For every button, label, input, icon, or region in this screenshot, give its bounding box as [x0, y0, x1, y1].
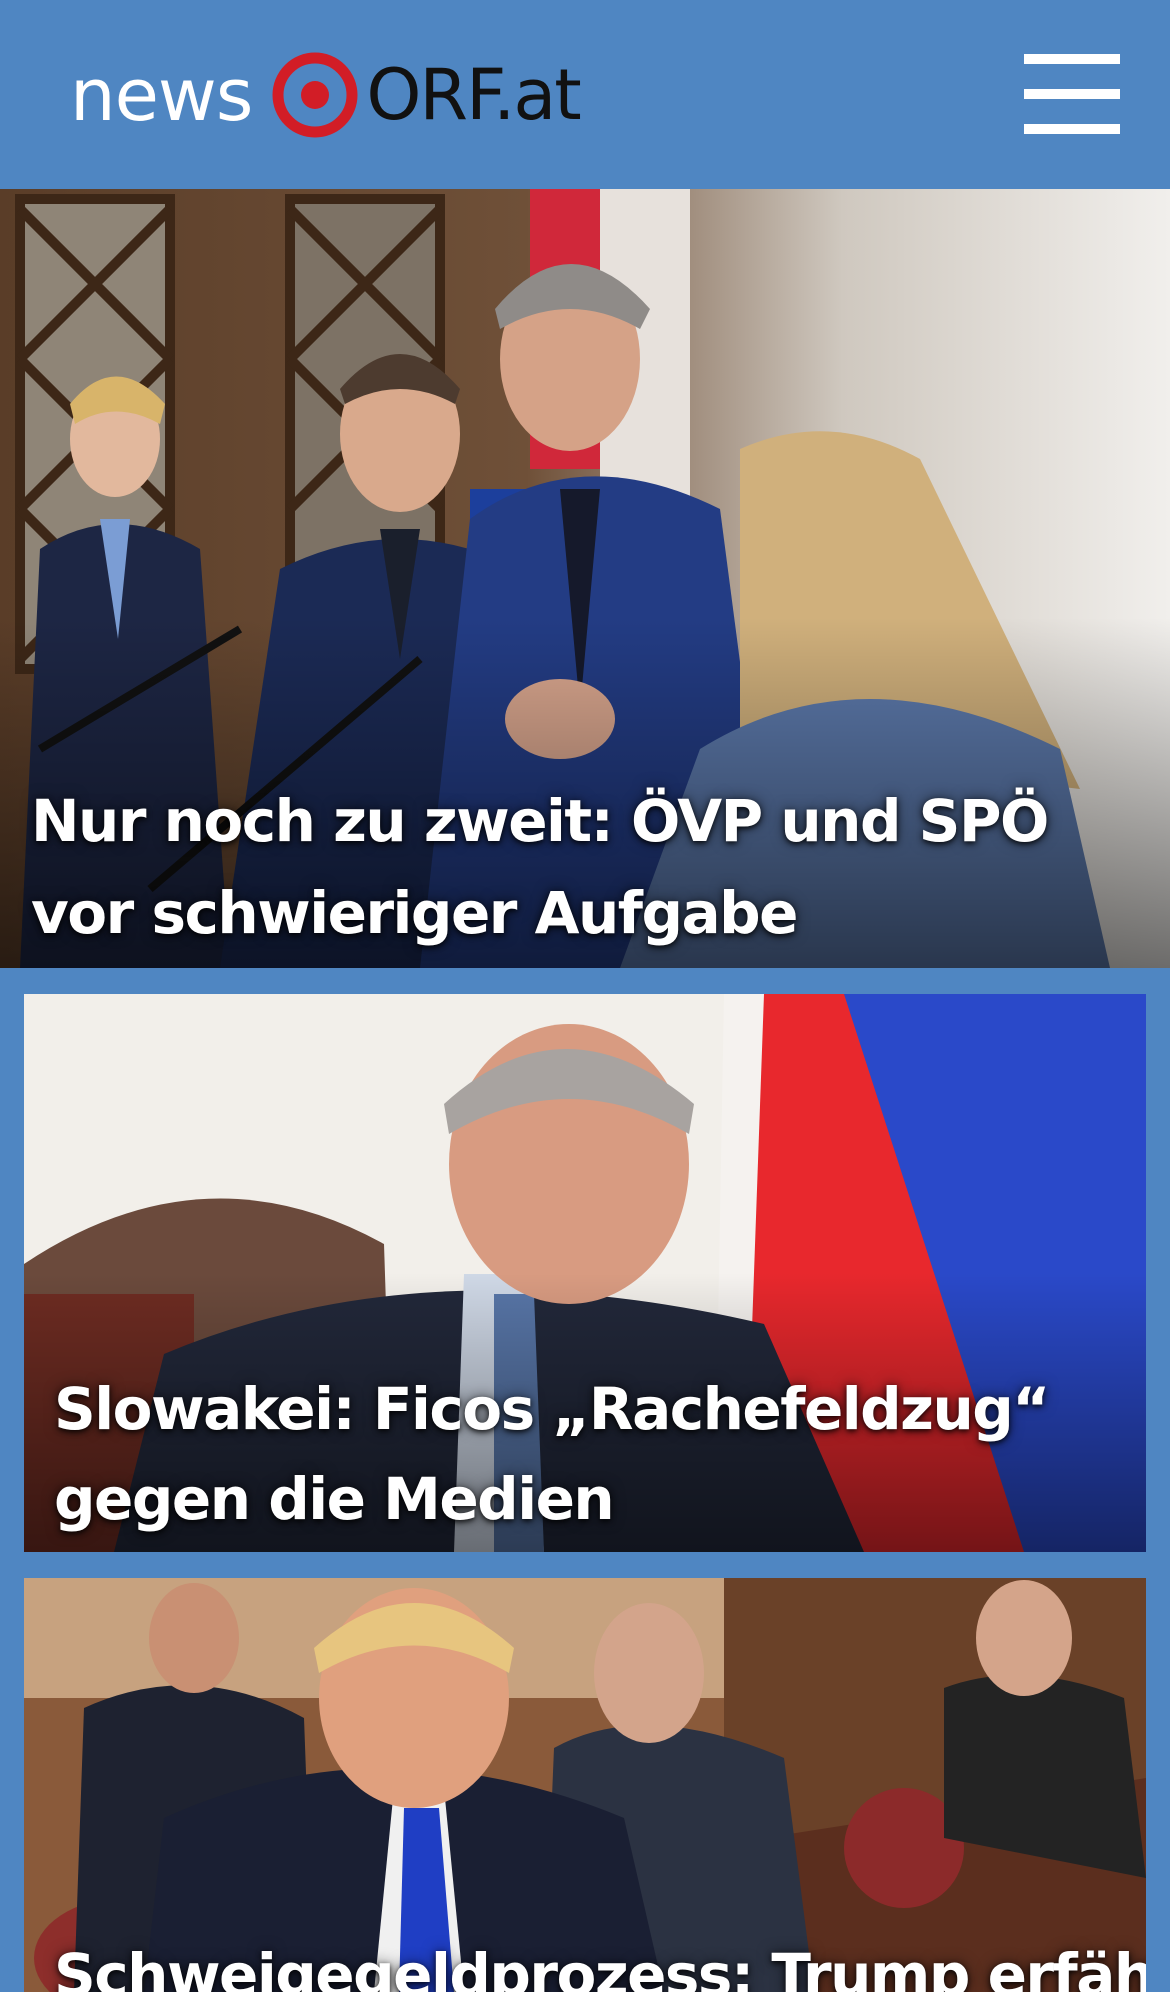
hamburger-menu-icon	[1024, 54, 1120, 64]
story-title[interactable]: Nur noch zu zweit: ÖVP und SPÖ vor schwi…	[31, 775, 1151, 959]
hamburger-menu-icon-bar	[1024, 124, 1120, 134]
menu-button[interactable]	[1020, 50, 1124, 138]
orf-eye-logo-icon	[272, 52, 358, 138]
logo-orf-text: ORF.at	[366, 54, 581, 136]
news-orf-logo[interactable]: news ORF.at	[70, 50, 582, 140]
hamburger-menu-icon-bar	[1024, 89, 1120, 99]
logo-news-text: news	[70, 53, 253, 137]
story-card[interactable]: Slowakei: Ficos „Rachefeldzug“ gegen die…	[24, 994, 1146, 1552]
story-title: Slowakei: Ficos „Rachefeldzug“ gegen die…	[54, 1375, 1050, 1533]
site-header: news ORF.at	[0, 0, 1170, 189]
story-card[interactable]: Schweigegeldprozess: Trump erfährt	[24, 1578, 1146, 1992]
story-title: Schweigegeldprozess: Trump erfährt	[54, 1941, 1146, 1992]
